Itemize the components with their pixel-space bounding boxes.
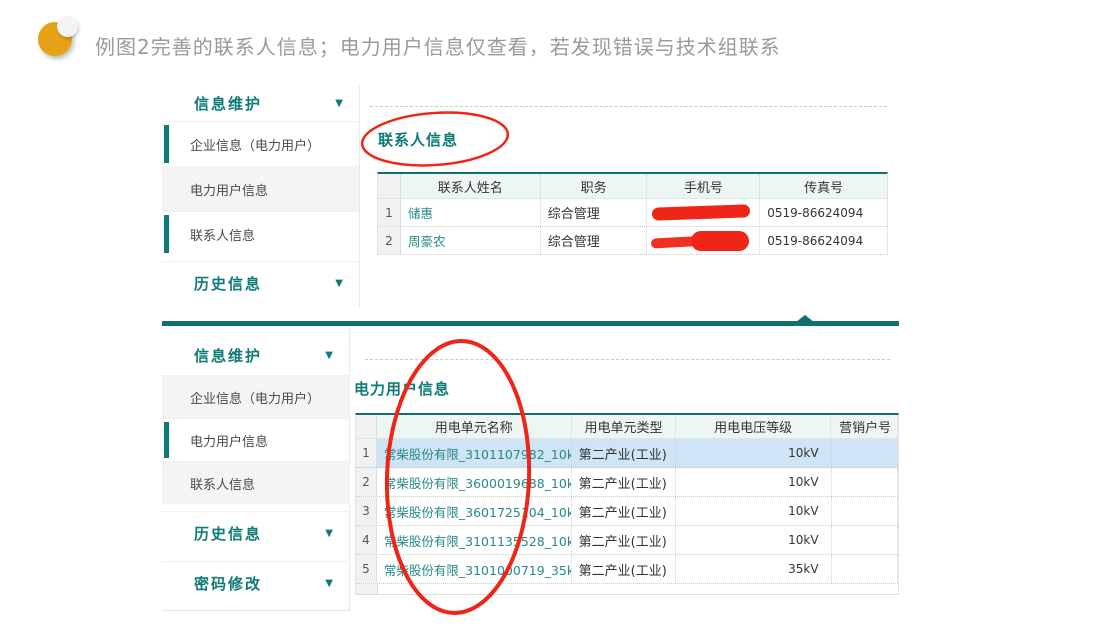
col-header-unit-name: 用电单元名称	[377, 415, 572, 438]
sidebar-item-contact-info[interactable]: 联系人信息	[162, 461, 349, 504]
power-user-section-title: 电力用户信息	[354, 378, 450, 399]
row-number: 2	[378, 227, 401, 254]
marketing-no-cell	[832, 555, 898, 583]
caret-down-icon: ▼	[335, 98, 343, 109]
sidebar-item-power-user-info[interactable]: 电力用户信息	[162, 166, 359, 211]
contact-table: 联系人姓名 职务 手机号 传真号 1 储惠 综合管理 0519-86624094…	[377, 172, 888, 255]
sidebar-top: 信息维护 ▼ 企业信息（电力用户） 电力用户信息 联系人信息 历史信息 ▼	[162, 85, 360, 308]
voltage-cell: 35kV	[676, 555, 831, 583]
sidebar-item-label: 企业信息（电力用户）	[190, 135, 320, 154]
voltage-cell: 10kV	[676, 526, 831, 554]
unit-name-link[interactable]: 常柴股份有限_3101107982_10kV	[377, 439, 572, 467]
contact-info-section-title: 联系人信息	[378, 129, 458, 150]
redaction-scribble-icon	[691, 231, 749, 251]
fax-cell: 0519-86624094	[760, 227, 887, 254]
power-user-table-header-row: 用电单元名称 用电单元类型 用电电压等级 营销户号	[356, 415, 898, 439]
table-row: 2 周豪农 综合管理 0519-86624094	[378, 227, 887, 255]
col-header-voltage-level: 用电电压等级	[676, 415, 831, 438]
sidebar-item-label: 企业信息（电力用户）	[190, 388, 320, 407]
fax-cell: 0519-86624094	[760, 199, 887, 226]
sidebar-group-password-change[interactable]: 密码修改 ▼	[162, 561, 349, 604]
mobile-cell	[647, 199, 760, 226]
sidebar-group-info-maintenance[interactable]: 信息维护 ▼	[162, 85, 359, 121]
contact-table-header-row: 联系人姓名 职务 手机号 传真号	[378, 174, 887, 199]
unit-name-link[interactable]: 常柴股份有限_3101000719_35kV	[377, 555, 572, 583]
table-row: 5 常柴股份有限_3101000719_35kV 第二产业(工业) 35kV	[356, 555, 898, 584]
col-header-contact-name: 联系人姓名	[401, 174, 541, 198]
col-header-fax: 传真号	[760, 174, 887, 198]
table-row: 4 常柴股份有限_3101135528_10kV 第二产业(工业) 10kV	[356, 526, 898, 555]
page-title: 例图2完善的联系人信息；电力用户信息仅查看，若发现错误与技术组联系	[95, 31, 781, 60]
panel-divider[interactable]	[162, 321, 899, 326]
col-header-marketing-no: 营销户号	[831, 415, 898, 438]
active-indicator	[164, 422, 169, 458]
active-indicator	[164, 125, 169, 163]
table-footer-strip	[356, 584, 898, 595]
caret-down-icon: ▼	[325, 578, 333, 589]
sidebar-bottom: 信息维护 ▼ 企业信息（电力用户） 电力用户信息 联系人信息 历史信息 ▼ 密码…	[162, 327, 350, 611]
unit-name-link[interactable]: 常柴股份有限_3600019688_10kV	[377, 468, 572, 496]
unit-name-link[interactable]: 常柴股份有限_3101135528_10kV	[377, 526, 572, 554]
row-number: 2	[356, 468, 377, 496]
duty-cell: 综合管理	[541, 199, 648, 226]
row-number: 1	[378, 199, 401, 226]
marketing-no-cell	[832, 439, 898, 467]
contact-name-link[interactable]: 周豪农	[401, 227, 541, 254]
unit-type-cell: 第二产业(工业)	[572, 468, 677, 496]
table-row: 2 常柴股份有限_3600019688_10kV 第二产业(工业) 10kV	[356, 468, 898, 497]
sidebar-item-label: 电力用户信息	[190, 180, 268, 199]
sidebar-item-label: 联系人信息	[190, 474, 255, 493]
row-number-header	[378, 174, 401, 198]
caret-down-icon: ▼	[325, 350, 333, 361]
caret-down-icon: ▼	[335, 278, 343, 289]
redaction-scribble-icon	[652, 204, 750, 220]
sidebar-group-history-info[interactable]: 历史信息 ▼	[162, 261, 359, 305]
unit-type-cell: 第二产业(工业)	[572, 497, 677, 525]
mobile-cell	[647, 227, 760, 254]
sidebar-item-power-user-info[interactable]: 电力用户信息	[162, 418, 349, 461]
dashed-separator	[365, 359, 890, 360]
table-row: 3 常柴股份有限_3601725104_10kV 第二产业(工业) 10kV	[356, 497, 898, 526]
row-number: 4	[356, 526, 377, 554]
page: 例图2完善的联系人信息；电力用户信息仅查看，若发现错误与技术组联系 信息维护 ▼…	[0, 0, 1117, 626]
unit-type-cell: 第二产业(工业)	[572, 555, 677, 583]
sidebar-item-enterprise-info[interactable]: 企业信息（电力用户）	[162, 375, 349, 418]
voltage-cell: 10kV	[676, 497, 831, 525]
sidebar-item-label: 电力用户信息	[190, 431, 268, 450]
row-number-header	[356, 415, 377, 438]
unit-type-cell: 第二产业(工业)	[572, 526, 677, 554]
contact-name-link[interactable]: 储惠	[401, 199, 541, 226]
voltage-cell: 10kV	[676, 468, 831, 496]
col-header-mobile: 手机号	[647, 174, 760, 198]
col-header-duty: 职务	[541, 174, 648, 198]
dashed-separator	[370, 106, 887, 107]
active-indicator	[164, 215, 169, 253]
white-sphere-icon	[57, 16, 78, 37]
sidebar-item-enterprise-info[interactable]: 企业信息（电力用户）	[162, 121, 359, 166]
table-row-selected: 1 常柴股份有限_3101107982_10kV 第二产业(工业) 10kV	[356, 439, 898, 468]
table-row: 1 储惠 综合管理 0519-86624094	[378, 199, 887, 227]
unit-name-link[interactable]: 常柴股份有限_3601725104_10kV	[377, 497, 572, 525]
row-number: 5	[356, 555, 377, 583]
sidebar-group-info-maintenance[interactable]: 信息维护 ▼	[162, 335, 349, 375]
marketing-no-cell	[832, 526, 898, 554]
collapse-handle-icon[interactable]	[796, 315, 814, 322]
caret-down-icon: ▼	[325, 528, 333, 539]
row-number: 3	[356, 497, 377, 525]
row-number: 1	[356, 439, 377, 467]
unit-type-cell: 第二产业(工业)	[572, 439, 677, 467]
col-header-unit-type: 用电单元类型	[572, 415, 677, 438]
sidebar-item-contact-info[interactable]: 联系人信息	[162, 211, 359, 256]
marketing-no-cell	[832, 468, 898, 496]
sidebar-item-label: 联系人信息	[190, 225, 255, 244]
power-user-table: 用电单元名称 用电单元类型 用电电压等级 营销户号 1 常柴股份有限_31011…	[355, 413, 899, 595]
sidebar-group-history-info[interactable]: 历史信息 ▼	[162, 511, 349, 554]
duty-cell: 综合管理	[541, 227, 648, 254]
voltage-cell: 10kV	[676, 439, 831, 467]
marketing-no-cell	[832, 497, 898, 525]
